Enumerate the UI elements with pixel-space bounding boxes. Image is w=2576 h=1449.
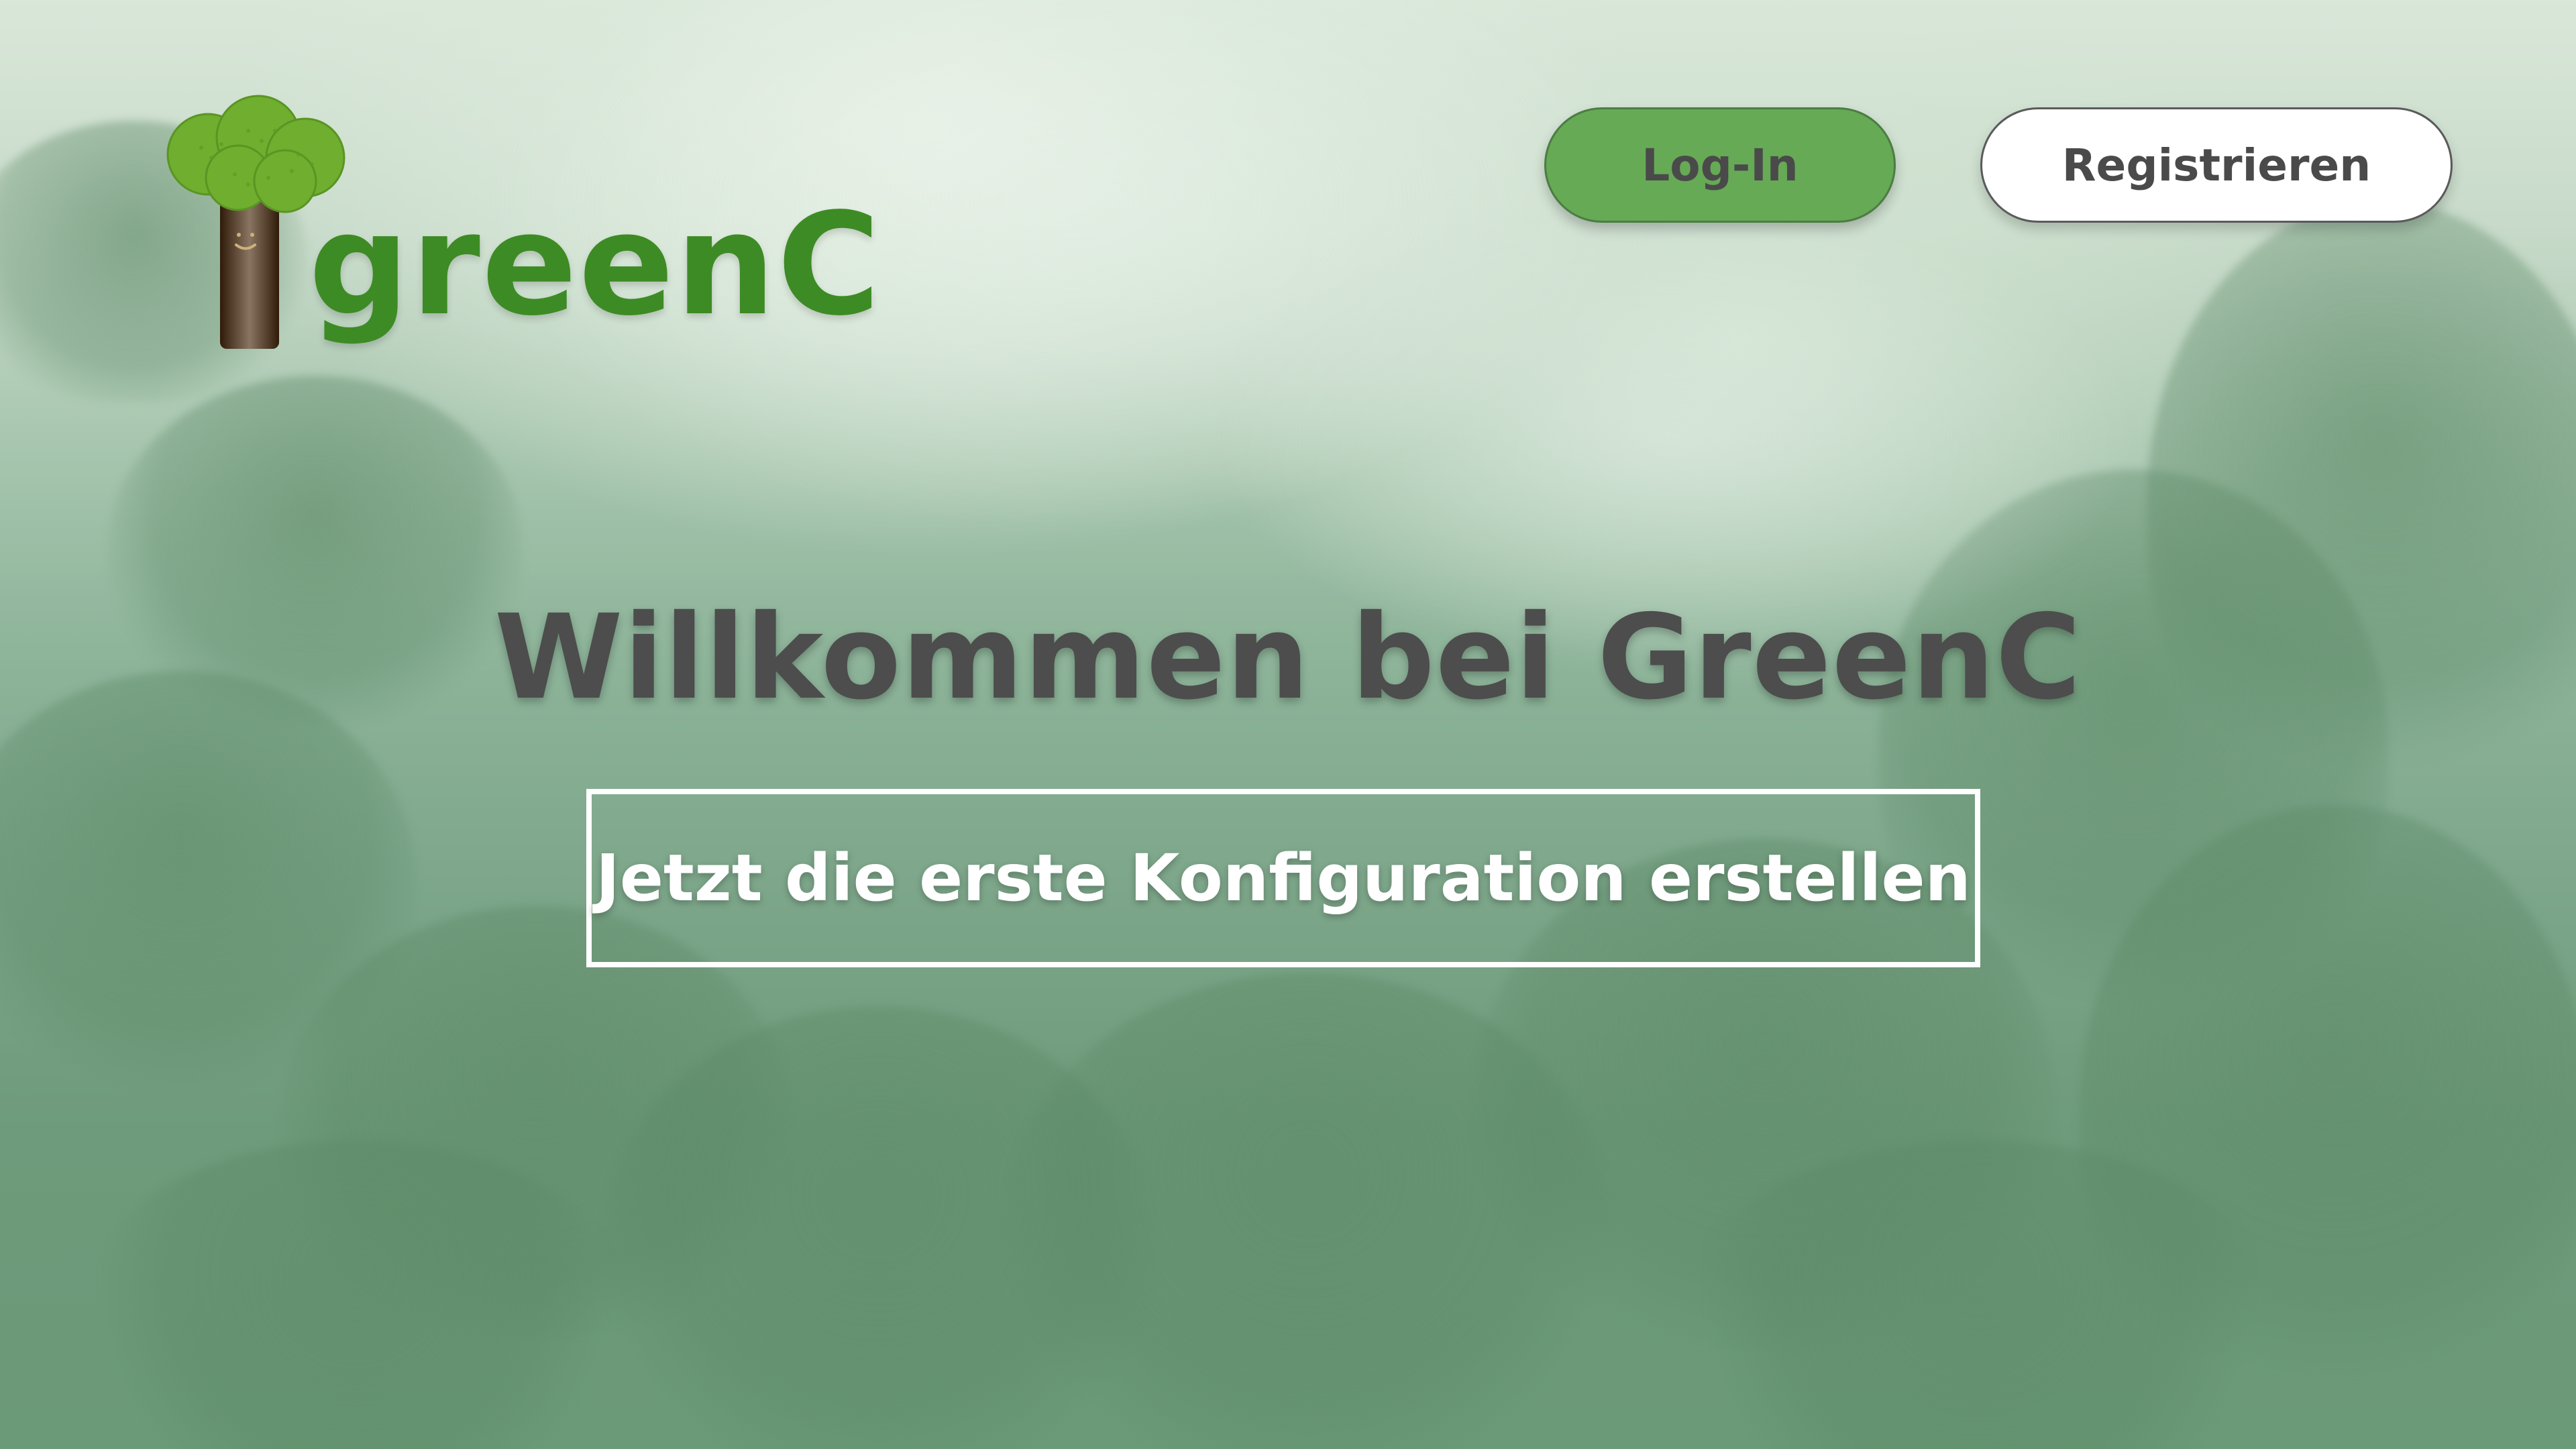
login-button[interactable]: Log-In: [1544, 107, 1896, 223]
brand-name: greenC: [309, 182, 882, 347]
brand-logo[interactable]: greenC: [161, 94, 880, 362]
create-configuration-button[interactable]: Jetzt die erste Konfiguration erstellen: [586, 789, 1980, 967]
register-button[interactable]: Registrieren: [1980, 107, 2453, 223]
welcome-headline: Willkommen bei GreenC: [494, 590, 2082, 726]
